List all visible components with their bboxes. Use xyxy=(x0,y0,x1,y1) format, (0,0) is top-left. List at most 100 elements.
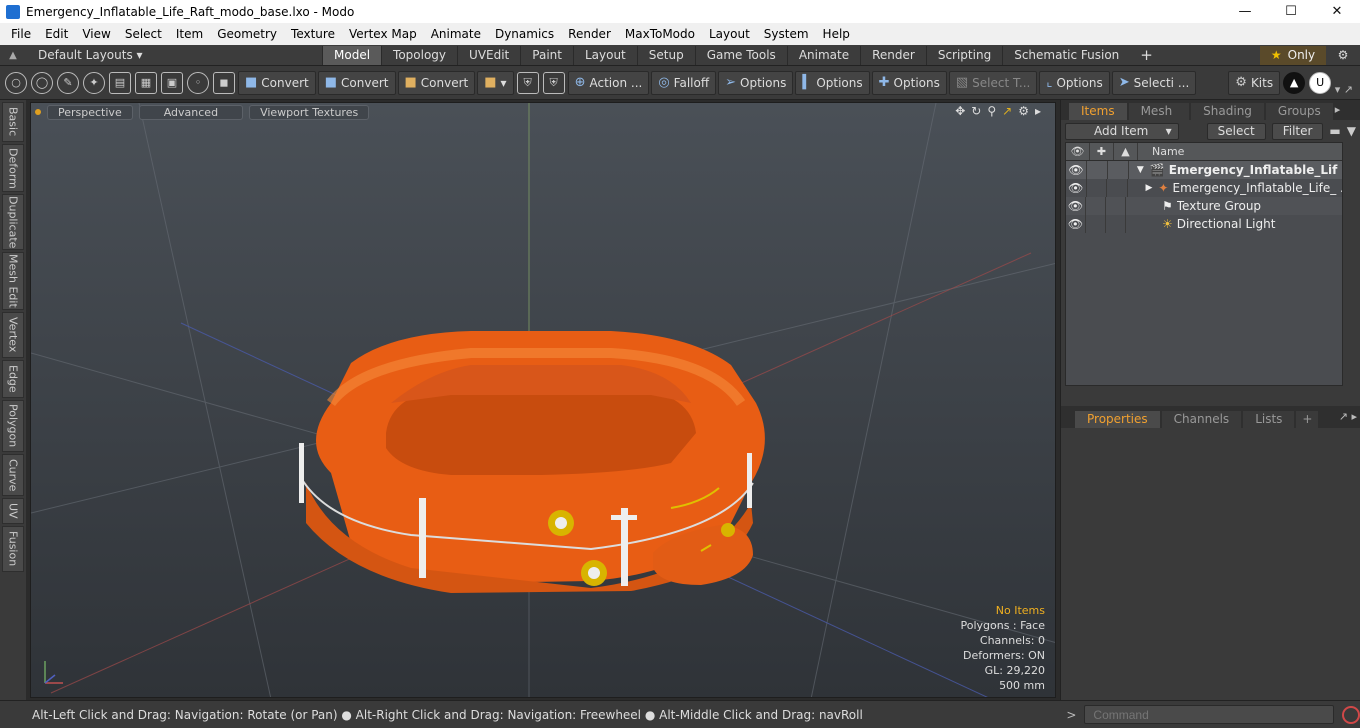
menu-edit[interactable]: Edit xyxy=(38,27,75,41)
tab-curve[interactable]: Curve xyxy=(2,454,24,496)
convert-button-1[interactable]: ■ Convert xyxy=(238,70,316,95)
tab-basic[interactable]: Basic xyxy=(2,102,24,142)
tab-uvedit[interactable]: UVEdit xyxy=(457,45,520,65)
menu-view[interactable]: View xyxy=(75,27,117,41)
select-options-button[interactable]: ⌞ Options xyxy=(1039,70,1110,95)
menu-render[interactable]: Render xyxy=(561,27,618,41)
shield-alt-icon[interactable]: ⛨ xyxy=(542,71,565,94)
command-arrow-icon[interactable]: > xyxy=(1058,708,1084,722)
tab-paint[interactable]: Paint xyxy=(520,45,573,65)
add-item-dropdown[interactable]: Add Item ▾ xyxy=(1065,122,1179,140)
selection-sets-button[interactable]: ➤ Selecti ... xyxy=(1111,70,1197,95)
items-mode-icon[interactable]: ▣ xyxy=(161,71,183,94)
globe-icon[interactable]: ◯ xyxy=(31,71,53,94)
advanced-dropdown[interactable]: Advanced xyxy=(138,104,244,120)
cube-icon[interactable]: ◼ xyxy=(213,71,235,94)
viewport-gear-icon[interactable]: ⚙ xyxy=(1018,104,1029,118)
collapse-icon[interactable]: ▬ xyxy=(1329,124,1340,138)
tab-uv[interactable]: UV xyxy=(2,498,24,524)
viewport-textures-dropdown[interactable]: Viewport Textures xyxy=(249,104,370,120)
shield-icon[interactable]: ⛨ xyxy=(516,71,539,94)
tab-render[interactable]: Render xyxy=(860,45,926,65)
record-macro-icon[interactable] xyxy=(1342,705,1360,724)
tab-topology[interactable]: Topology xyxy=(381,45,457,65)
menu-maxtomodo[interactable]: MaxToModo xyxy=(618,27,702,41)
menu-vertex-map[interactable]: Vertex Map xyxy=(342,27,424,41)
action-center-button[interactable]: ⊕ Action ... xyxy=(567,70,650,95)
kits-button[interactable]: ⚙ Kits xyxy=(1228,70,1281,95)
list-item[interactable]: 👁 ☀ Directional Light xyxy=(1066,215,1342,233)
add-tab-button[interactable]: + xyxy=(1296,411,1319,428)
tab-animate[interactable]: Animate xyxy=(786,45,860,65)
tab-items[interactable]: Items xyxy=(1069,103,1127,120)
menu-layout[interactable]: Layout xyxy=(702,27,757,41)
expand-arrow-icon[interactable]: ▼ xyxy=(1129,165,1150,175)
menu-dynamics[interactable]: Dynamics xyxy=(488,27,561,41)
pan-icon[interactable]: ✥ xyxy=(955,104,965,118)
perspective-dropdown[interactable]: Perspective xyxy=(47,104,133,120)
tab-deform[interactable]: Deform xyxy=(2,144,24,192)
symmetry-dropdown[interactable]: ■ ▾ xyxy=(477,70,514,95)
tab-lists[interactable]: Lists xyxy=(1243,411,1295,428)
lock-column-icon[interactable]: ✚ xyxy=(1090,143,1114,160)
3d-viewport[interactable]: Perspective Advanced Viewport Textures ✥… xyxy=(30,102,1056,698)
tab-vertex[interactable]: Vertex xyxy=(2,312,24,358)
falloff-button[interactable]: ◎ Falloff xyxy=(651,70,717,95)
panel-expand-icon[interactable]: ↗ ▸ xyxy=(1339,406,1360,428)
zoom-icon[interactable]: ⚲ xyxy=(987,104,996,118)
expand-right-icon[interactable]: ▸ xyxy=(1035,104,1041,118)
falloff-options-button[interactable]: ➢ Options xyxy=(718,70,794,95)
unreal-icon[interactable]: U xyxy=(1309,71,1332,94)
eye-icon[interactable]: 👁 xyxy=(1066,215,1086,233)
default-layouts-dropdown[interactable]: Default Layouts ▾ xyxy=(26,48,322,62)
expand-arrow-icon[interactable]: ▶ xyxy=(1128,183,1159,193)
tab-scripting[interactable]: Scripting xyxy=(925,45,1002,65)
eye-icon[interactable]: 👁 xyxy=(1066,161,1087,179)
vertices-mode-icon[interactable]: ○ xyxy=(5,71,27,94)
tab-duplicate[interactable]: Duplicate xyxy=(2,194,24,250)
select-button[interactable]: Select xyxy=(1206,122,1266,140)
unity-icon[interactable]: ▲ xyxy=(1283,71,1306,94)
convert-button-3[interactable]: ■ Convert xyxy=(397,70,476,95)
viewport-menu-dot[interactable] xyxy=(35,109,41,115)
workplane-options-button[interactable]: ✚ Options xyxy=(871,70,947,95)
select-through-button[interactable]: ▧ Select T... xyxy=(948,70,1038,95)
filter-button[interactable]: Filter xyxy=(1271,122,1324,140)
items-horizontal-scrollbar[interactable] xyxy=(1065,387,1343,397)
materials-mode-icon[interactable]: ◦ xyxy=(187,71,209,94)
snapping-options-button[interactable]: ▍ Options xyxy=(795,70,870,95)
polygons-mode-icon[interactable]: ▦ xyxy=(135,71,157,94)
tab-layout[interactable]: Layout xyxy=(572,45,637,65)
menu-help[interactable]: Help xyxy=(816,27,857,41)
menu-texture[interactable]: Texture xyxy=(284,27,342,41)
pen-icon[interactable]: ✎ xyxy=(57,71,79,94)
close-button[interactable]: ✕ xyxy=(1314,0,1360,23)
brush-icon[interactable]: ✦ xyxy=(83,71,105,94)
panel-expand-icon[interactable]: ▾ ↗ ▸ xyxy=(1335,80,1360,120)
tab-mesh[interactable]: Mesh ... xyxy=(1128,103,1190,135)
list-item[interactable]: 👁 ⚑ Texture Group xyxy=(1066,197,1342,215)
funnel-icon[interactable]: ▼ xyxy=(1347,124,1356,138)
menu-geometry[interactable]: Geometry xyxy=(210,27,284,41)
gear-icon[interactable]: ⚙ xyxy=(1326,48,1360,62)
tab-edge[interactable]: Edge xyxy=(2,360,24,398)
menu-select[interactable]: Select xyxy=(118,27,169,41)
tab-properties[interactable]: Properties xyxy=(1075,411,1160,428)
tab-fusion[interactable]: Fusion xyxy=(2,526,24,572)
tab-setup[interactable]: Setup xyxy=(636,45,695,65)
eye-icon[interactable]: 👁 xyxy=(1066,197,1086,215)
command-input[interactable] xyxy=(1084,705,1335,724)
maximize-button[interactable]: ☐ xyxy=(1268,0,1314,23)
only-toggle-button[interactable]: ★ Only xyxy=(1260,45,1326,65)
menu-system[interactable]: System xyxy=(757,27,816,41)
menu-item[interactable]: Item xyxy=(169,27,210,41)
list-item[interactable]: 👁 ▼ 🎬 Emergency_Inflatable_Lif ... xyxy=(1066,161,1342,179)
tab-schematic-fusion[interactable]: Schematic Fusion xyxy=(1002,45,1130,65)
menu-animate[interactable]: Animate xyxy=(424,27,488,41)
tab-shading[interactable]: Shading xyxy=(1191,103,1264,120)
tab-channels[interactable]: Channels xyxy=(1161,411,1242,428)
expand-up-icon[interactable]: ▲ xyxy=(0,50,26,61)
type-column-icon[interactable]: ▲ xyxy=(1114,143,1138,160)
list-item[interactable]: 👁 ▶ ✦ Emergency_Inflatable_Life_ ... xyxy=(1066,179,1342,197)
name-column-header[interactable]: Name xyxy=(1138,145,1184,158)
